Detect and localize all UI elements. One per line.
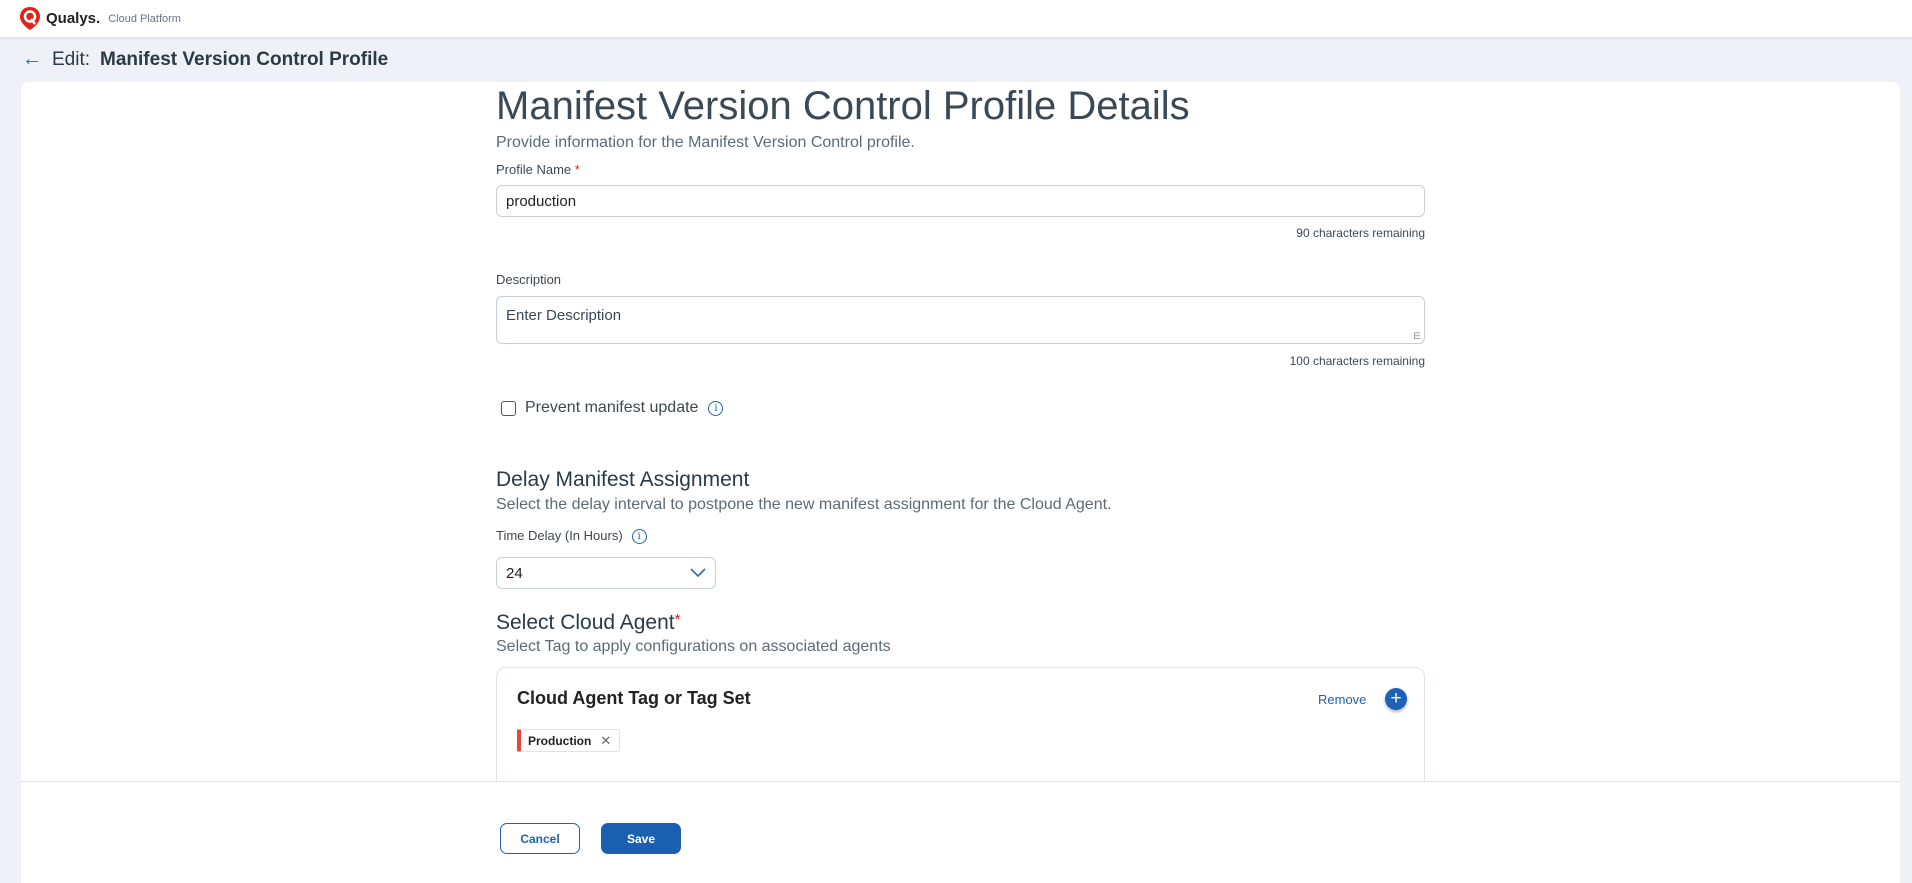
select-agent-heading: Select Cloud Agent* bbox=[496, 611, 680, 635]
page-header: ← Edit: Manifest Version Control Profile bbox=[22, 48, 388, 71]
required-mark: * bbox=[674, 611, 681, 628]
time-delay-label: Time Delay (In Hours) i bbox=[496, 528, 647, 545]
form-footer: Cancel Save bbox=[21, 781, 1900, 883]
profile-name-label: Profile Name * bbox=[496, 162, 580, 177]
brand-name: Qualys. bbox=[46, 10, 101, 27]
time-delay-label-text: Time Delay (In Hours) bbox=[496, 528, 623, 543]
description-textarea[interactable]: Enter Description ⋿ bbox=[496, 296, 1425, 344]
description-placeholder: Enter Description bbox=[506, 307, 622, 324]
select-agent-subtitle: Select Tag to apply configurations on as… bbox=[496, 638, 891, 655]
profile-name-value: production bbox=[506, 192, 577, 210]
profile-name-input[interactable]: production bbox=[496, 185, 1425, 217]
description-remaining: 100 characters remaining bbox=[1289, 354, 1425, 368]
info-icon[interactable]: i bbox=[708, 400, 724, 416]
time-delay-value: 24 bbox=[506, 564, 523, 582]
brand-subtitle: Cloud Platform bbox=[108, 12, 181, 25]
form-title: Manifest Version Control Profile Details bbox=[496, 84, 1190, 128]
back-arrow-icon[interactable]: ← bbox=[22, 48, 42, 71]
card-title: Cloud Agent Tag or Tag Set bbox=[517, 688, 751, 708]
page-title: Manifest Version Control Profile bbox=[100, 48, 389, 70]
remove-tag-x-icon[interactable]: ✕ bbox=[600, 733, 611, 749]
profile-name-label-text: Profile Name bbox=[496, 162, 572, 177]
required-mark: * bbox=[574, 162, 580, 177]
prevent-update-label: Prevent manifest update bbox=[525, 399, 699, 416]
resize-handle-icon[interactable]: ⋿ bbox=[1413, 331, 1421, 342]
description-label: Description bbox=[496, 272, 562, 287]
profile-name-remaining: 90 characters remaining bbox=[1296, 226, 1425, 240]
delay-subtitle: Select the delay interval to postpone th… bbox=[496, 496, 1112, 513]
chevron-down-icon bbox=[690, 568, 706, 578]
select-agent-heading-text: Select Cloud Agent bbox=[496, 611, 675, 634]
tag-chip: Production ✕ bbox=[517, 729, 621, 752]
edit-label: Edit: bbox=[52, 48, 91, 70]
remove-link[interactable]: Remove bbox=[1318, 692, 1366, 707]
save-button[interactable]: Save bbox=[601, 823, 681, 854]
top-bar: Qualys. Cloud Platform bbox=[0, 0, 1912, 38]
cancel-button[interactable]: Cancel bbox=[500, 823, 580, 854]
prevent-update-checkbox[interactable] bbox=[501, 400, 516, 416]
info-icon[interactable]: i bbox=[631, 529, 647, 545]
qualys-logo[interactable]: Qualys. Cloud Platform bbox=[20, 7, 181, 30]
delay-heading: Delay Manifest Assignment bbox=[496, 468, 750, 491]
time-delay-select[interactable]: 24 bbox=[496, 557, 716, 589]
tag-label: Production bbox=[528, 733, 592, 748]
qualys-shield-icon bbox=[20, 7, 40, 30]
prevent-update-row: Prevent manifest update i bbox=[501, 399, 724, 417]
form-subtitle: Provide information for the Manifest Ver… bbox=[496, 134, 915, 151]
add-tag-plus-icon[interactable]: + bbox=[1385, 688, 1407, 710]
